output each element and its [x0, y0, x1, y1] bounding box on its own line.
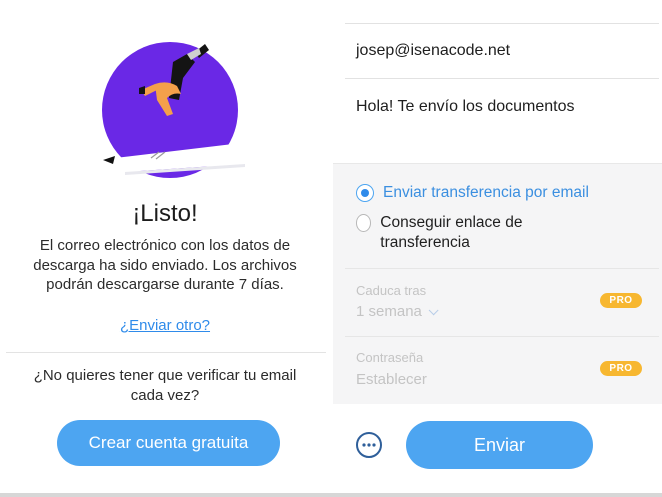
celebration-illustration: [102, 42, 245, 178]
message-field[interactable]: Hola! Te envío los documentos: [356, 98, 575, 116]
divider: [345, 268, 659, 269]
verify-question: ¿No quieres tener que verificar tu email…: [33, 367, 297, 404]
pro-badge: PRO: [600, 361, 642, 376]
password-field[interactable]: Establecer: [356, 371, 427, 388]
more-options-icon: [362, 443, 376, 447]
success-description: El correo electrónico con los datos de d…: [33, 237, 297, 293]
radio-unchecked-icon[interactable]: [356, 214, 372, 232]
divider: [6, 352, 326, 353]
expires-value: 1 semana: [356, 303, 422, 320]
password-label: Contraseña: [356, 350, 424, 365]
divider: [345, 336, 659, 337]
radio-checked-icon[interactable]: [356, 184, 374, 202]
pro-badge: PRO: [600, 293, 642, 308]
resend-link[interactable]: ¿Enviar otro?: [0, 317, 330, 334]
divider: [345, 78, 659, 79]
recipient-email-field[interactable]: josep@isenacode.net: [356, 42, 510, 60]
more-options-button[interactable]: [356, 432, 382, 458]
option-send-by-email[interactable]: Enviar transferencia por email: [356, 183, 589, 203]
option-label: Conseguir enlace de transferencia: [380, 214, 523, 251]
divider: [345, 23, 659, 24]
success-title: ¡Listo!: [132, 200, 198, 227]
bottom-edge: [0, 493, 662, 497]
create-account-button[interactable]: Crear cuenta gratuita: [57, 420, 280, 466]
options-section: Enviar transferencia por email Conseguir…: [333, 163, 662, 404]
expires-label: Caduca tras: [356, 283, 427, 298]
send-button[interactable]: Enviar: [406, 421, 593, 469]
transfer-form-panel: josep@isenacode.net Hola! Te envío los d…: [333, 0, 662, 493]
confirmation-panel: ¡Listo! El correo electrónico con los da…: [0, 0, 330, 497]
expires-select[interactable]: 1 semana: [356, 303, 439, 320]
option-label: Enviar transferencia por email: [383, 184, 589, 201]
chevron-down-icon: [428, 305, 439, 316]
option-get-link[interactable]: Conseguir enlace de transferencia: [356, 213, 576, 253]
